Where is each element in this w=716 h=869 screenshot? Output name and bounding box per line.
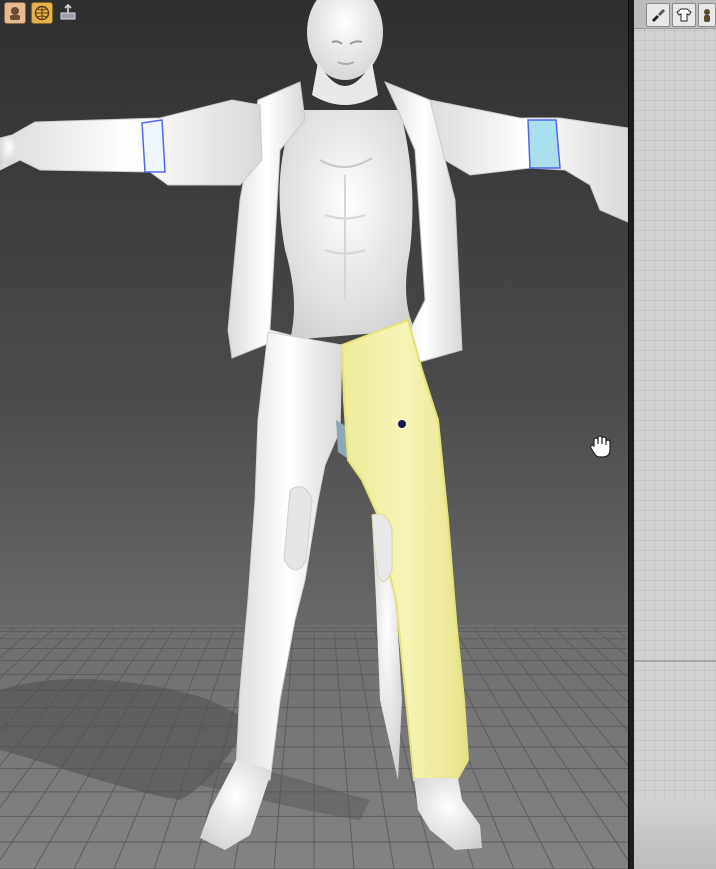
3d-viewport[interactable]	[0, 0, 628, 869]
export-icon[interactable]	[58, 2, 78, 22]
avatar-icon[interactable]	[4, 2, 26, 24]
cuff-left[interactable]	[141, 119, 166, 173]
garment-icon[interactable]	[672, 3, 696, 27]
shirt-sleeve-left	[0, 99, 263, 186]
panel-separator	[634, 660, 716, 662]
selection-point[interactable]	[398, 420, 406, 428]
hand-cursor-icon	[590, 435, 611, 458]
figure-icon[interactable]	[698, 3, 716, 27]
avatar-scene[interactable]	[0, 0, 628, 869]
avatar-foot-right	[414, 778, 482, 850]
pant-leg-right-selected[interactable]	[340, 318, 470, 782]
pattern-2d-panel[interactable]	[634, 0, 716, 869]
globe-icon[interactable]	[31, 2, 53, 24]
brush-icon[interactable]	[646, 3, 670, 27]
pattern-panel-toolbar	[634, 0, 716, 29]
cuff-right[interactable]	[527, 119, 561, 169]
avatar-head	[307, 0, 383, 105]
avatar-torso	[279, 110, 415, 340]
panel-bottom-area	[634, 800, 716, 869]
